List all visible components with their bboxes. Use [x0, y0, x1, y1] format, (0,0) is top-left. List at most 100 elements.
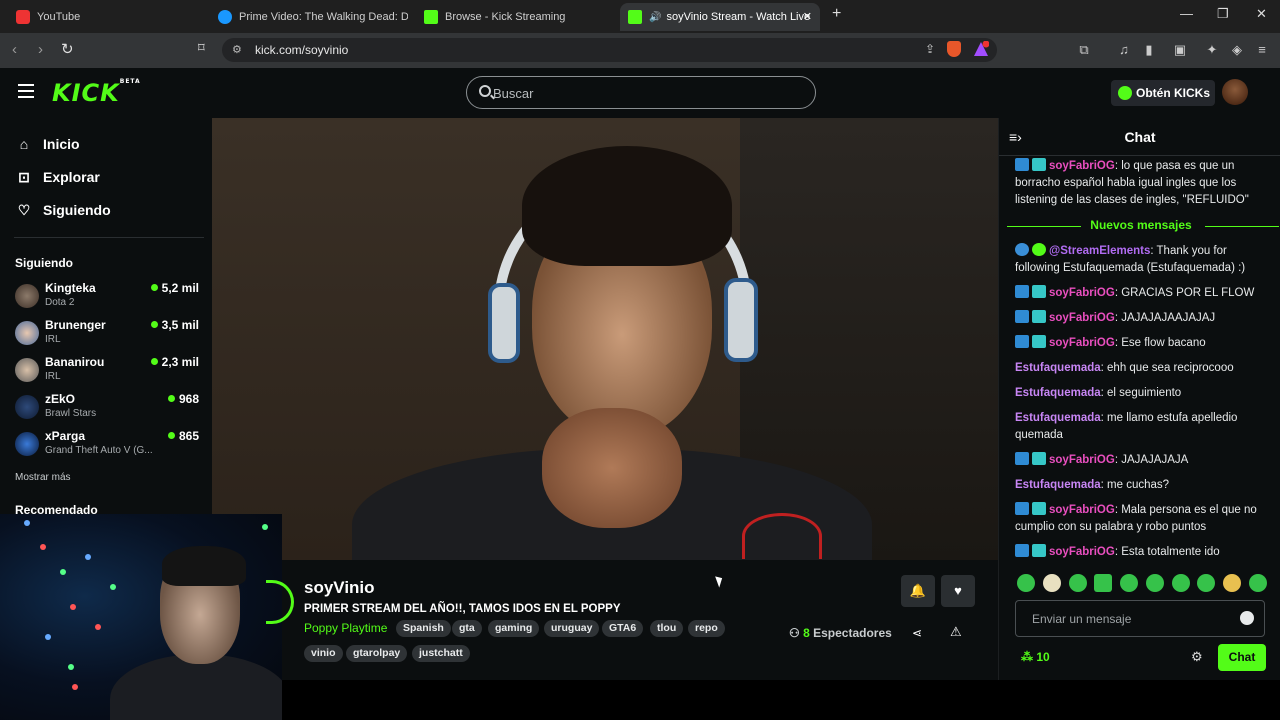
- share-icon[interactable]: ⋖: [912, 626, 922, 640]
- sidebar-item-inicio[interactable]: ⌂ Inicio: [16, 133, 80, 155]
- chat-header: ≡› Chat: [999, 118, 1280, 156]
- subscriber-badge-icon: [1032, 285, 1046, 298]
- stream-info: soyVinio PRIMER STREAM DEL AÑO!!, TAMOS …: [266, 560, 998, 680]
- chat-text: Ese flow bacano: [1121, 337, 1206, 349]
- site-info-icon[interactable]: ⚙: [232, 43, 242, 56]
- stream-tag[interactable]: tlou: [650, 620, 684, 637]
- video-player[interactable]: [212, 118, 998, 560]
- chat-username[interactable]: soyFabriOG: [1049, 160, 1115, 172]
- chat-username[interactable]: soyFabriOG: [1049, 287, 1115, 299]
- tab-kick-browse[interactable]: Browse - Kick Streaming: [418, 3, 616, 31]
- emote-icon[interactable]: [1223, 574, 1242, 592]
- notification-bell-button[interactable]: 🔔: [901, 575, 935, 607]
- sidebar-item-siguiendo[interactable]: ♡ Siguiendo: [16, 199, 111, 221]
- stream-tag[interactable]: GTA6: [602, 620, 644, 637]
- bookmark-icon[interactable]: ⌑: [198, 40, 205, 56]
- channel-points[interactable]: ⁂ 10: [1021, 650, 1050, 664]
- channel-name: xParga: [45, 429, 86, 443]
- stream-tag[interactable]: uruguay: [544, 620, 600, 637]
- screenshot-icon[interactable]: ⧉: [1076, 42, 1092, 58]
- forward-icon[interactable]: ›: [38, 41, 43, 58]
- emoji-picker-icon[interactable]: [1240, 611, 1254, 625]
- share-icon[interactable]: ⇪: [925, 42, 935, 56]
- stream-tag[interactable]: Spanish: [396, 620, 451, 637]
- close-window-button[interactable]: ✕: [1256, 6, 1267, 22]
- followed-channel[interactable]: Kingteka Dota 2 5,2 mil: [15, 281, 205, 315]
- chat-text: ehh que sea reciprocooo: [1107, 362, 1234, 374]
- tab-prime-video[interactable]: Prime Video: The Walking Dead: Dead: [212, 3, 408, 31]
- close-tab-icon[interactable]: ✕: [803, 10, 812, 23]
- new-tab-button[interactable]: +: [832, 5, 841, 23]
- stream-category[interactable]: Poppy Playtime: [304, 621, 387, 635]
- brave-shields-icon[interactable]: [947, 41, 961, 57]
- search-input[interactable]: [493, 82, 793, 104]
- sidebar-item-explorar[interactable]: ⊡ Explorar: [16, 166, 100, 188]
- followed-channel[interactable]: Brunenger IRL 3,5 mil: [15, 318, 205, 352]
- emote-icon[interactable]: [1042, 574, 1061, 592]
- emote-icon[interactable]: [1017, 574, 1035, 592]
- show-more-link[interactable]: Mostrar más: [15, 472, 71, 483]
- music-icon[interactable]: ♫: [1116, 42, 1132, 58]
- tab-label: Browse - Kick Streaming: [445, 11, 566, 23]
- string-light: [70, 604, 76, 610]
- leo-ai-icon[interactable]: ✦: [1204, 42, 1220, 58]
- chat-username[interactable]: soyFabriOG: [1049, 312, 1115, 324]
- gear-icon[interactable]: ⚙: [1191, 649, 1203, 665]
- tab-youtube[interactable]: YouTube: [10, 3, 210, 31]
- send-chat-button[interactable]: Chat: [1218, 644, 1266, 671]
- brave-rewards-icon[interactable]: [973, 40, 990, 57]
- emote-icon[interactable]: [1197, 574, 1216, 592]
- chat-username[interactable]: soyFabriOG: [1049, 454, 1115, 466]
- vpn-icon[interactable]: ◈: [1229, 42, 1245, 58]
- report-warning-icon[interactable]: ⚠: [950, 624, 962, 640]
- stream-tag[interactable]: gta: [452, 620, 482, 637]
- viewer-count: 3,5 mil: [150, 318, 199, 332]
- search-bar[interactable]: [466, 76, 816, 109]
- stream-tag[interactable]: repo: [688, 620, 725, 637]
- chat-username[interactable]: Estufaquemada: [1015, 362, 1101, 374]
- kick-logo[interactable]: KICKBETA: [52, 78, 141, 107]
- chat-message: @StreamElements: Thank you for following…: [1015, 243, 1246, 274]
- emote-icon[interactable]: [1094, 574, 1113, 592]
- streamer-name[interactable]: soyVinio: [304, 578, 375, 598]
- chat-text: GRACIAS POR EL FLOW: [1121, 287, 1255, 299]
- chat-input-box[interactable]: [1015, 600, 1265, 637]
- get-kicks-button[interactable]: Obtén KICKs: [1111, 80, 1215, 106]
- followed-channel[interactable]: zEkO Brawl Stars 968: [15, 392, 205, 426]
- chat-username[interactable]: Estufaquemada: [1015, 479, 1101, 491]
- stream-tag[interactable]: vinio: [304, 645, 343, 662]
- maximize-button[interactable]: ❐: [1217, 6, 1229, 22]
- video-person-hand: [542, 408, 682, 528]
- emote-icon[interactable]: [1120, 574, 1139, 592]
- stream-tag[interactable]: gaming: [488, 620, 540, 637]
- url-field[interactable]: ⚙ kick.com/soyvinio ⇪: [222, 38, 997, 62]
- channel-game: IRL: [45, 334, 61, 345]
- hamburger-menu-icon[interactable]: [18, 84, 34, 98]
- wallet-icon[interactable]: ▣: [1172, 42, 1188, 58]
- chat-username[interactable]: soyFabriOG: [1049, 546, 1115, 558]
- followed-channel[interactable]: xParga Grand Theft Auto V (G... 865: [15, 429, 205, 463]
- chat-username[interactable]: Estufaquemada: [1015, 412, 1101, 424]
- user-avatar[interactable]: [1222, 79, 1248, 105]
- stream-tag[interactable]: justchatt: [412, 645, 470, 662]
- emote-icon[interactable]: [1248, 574, 1267, 592]
- webcam-person-hair: [162, 546, 246, 586]
- minimize-button[interactable]: —: [1180, 6, 1193, 21]
- menu-icon[interactable]: ≡: [1254, 42, 1270, 58]
- chat-username[interactable]: soyFabriOG: [1049, 504, 1115, 516]
- chat-username[interactable]: @StreamElements: [1049, 245, 1150, 257]
- emote-icon[interactable]: [1068, 574, 1087, 592]
- reload-icon[interactable]: ↻: [61, 40, 74, 58]
- sidebar-toggle-icon[interactable]: ▮: [1141, 42, 1157, 58]
- back-icon[interactable]: ‹: [12, 41, 17, 58]
- follow-button[interactable]: ♥: [941, 575, 975, 607]
- stream-tag[interactable]: gtarolpay: [346, 645, 408, 662]
- chat-username[interactable]: Estufaquemada: [1015, 387, 1101, 399]
- chat-username[interactable]: soyFabriOG: [1049, 337, 1115, 349]
- emote-icon[interactable]: [1171, 574, 1190, 592]
- streamer-avatar-ring[interactable]: [266, 580, 294, 624]
- followed-channel[interactable]: Bananirou IRL 2,3 mil: [15, 355, 205, 389]
- tab-soyvinio[interactable]: 🔊 soyVinio Stream - Watch Live ✕: [620, 3, 820, 31]
- chat-message-input[interactable]: [1032, 610, 1232, 628]
- emote-icon[interactable]: [1145, 574, 1164, 592]
